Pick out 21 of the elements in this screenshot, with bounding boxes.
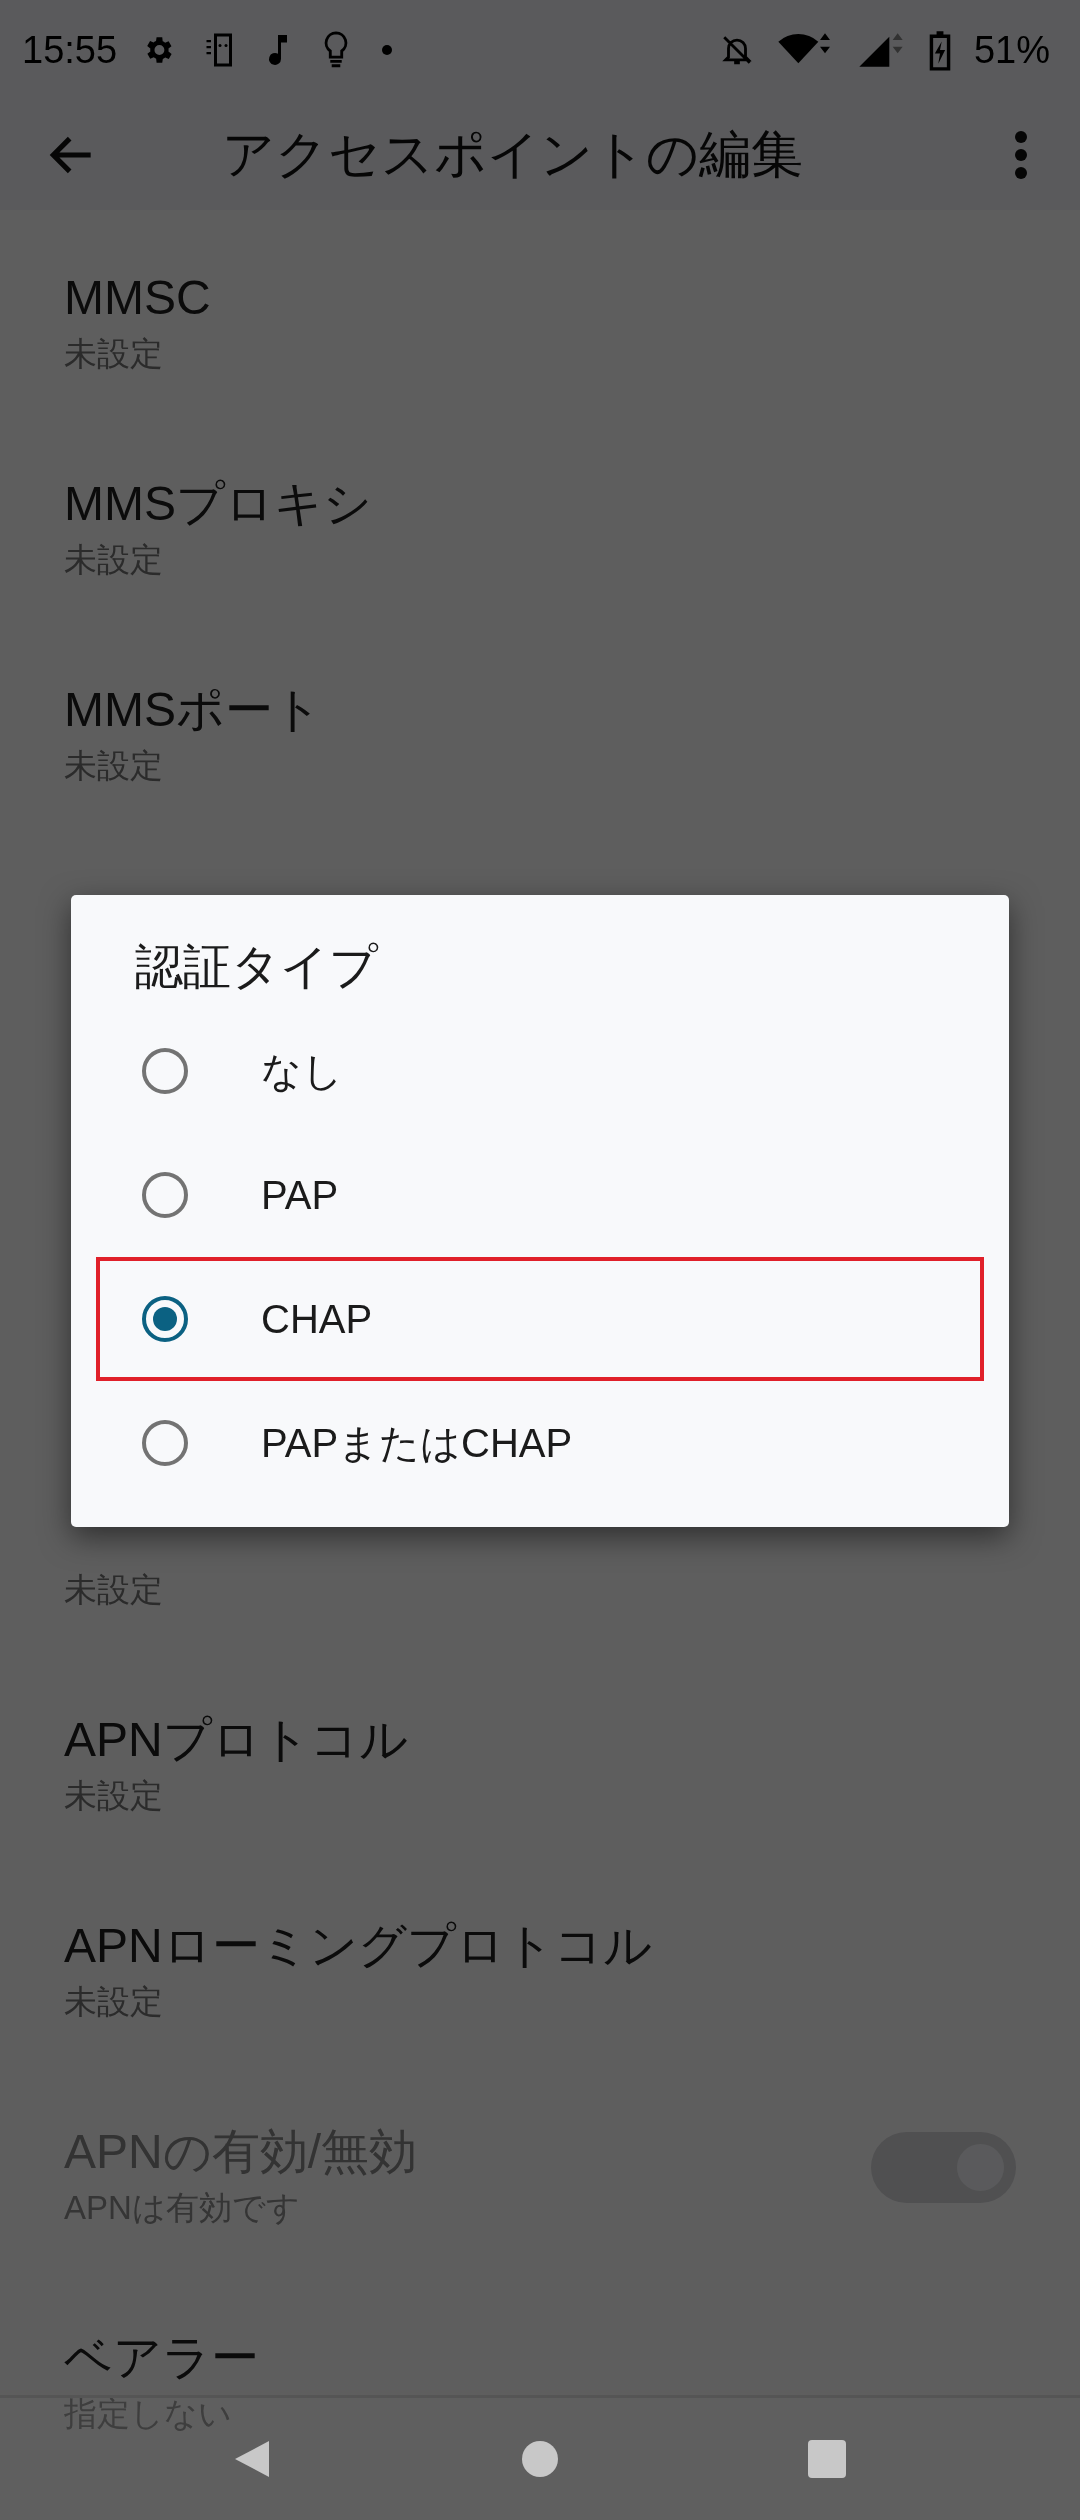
radio-button[interactable] [141, 1047, 189, 1095]
toolbar-title: アクセスポイントの編集 [222, 124, 803, 185]
setting-title[interactable]: MMSポート [64, 680, 322, 740]
radio-button[interactable] [141, 1171, 189, 1219]
more-options-icon[interactable] [1014, 130, 1028, 180]
radio-button[interactable] [141, 1419, 189, 1467]
radio-option[interactable]: CHAP [96, 1257, 984, 1381]
battery-percentage: 51% [973, 28, 1050, 72]
radio-option[interactable]: PAPまたはCHAP [96, 1381, 984, 1505]
dialog-title: 認証タイプ [135, 939, 380, 995]
clock: 15:55 [22, 28, 118, 72]
dot-icon [381, 44, 394, 56]
radio-option[interactable]: なし [96, 1009, 984, 1133]
setting-title[interactable]: MMSC [64, 268, 211, 328]
radio-option[interactable]: PAP [96, 1133, 984, 1257]
radio-button[interactable] [141, 1295, 189, 1343]
setting-title[interactable]: MMSプロキシ [64, 474, 372, 534]
setting-title[interactable]: ベアラー [64, 2328, 259, 2388]
setting-title[interactable]: APNローミングプロトコル [64, 1916, 652, 1976]
setting-title[interactable]: APNプロトコル [64, 1710, 408, 1770]
battery-charging-icon [927, 29, 952, 71]
